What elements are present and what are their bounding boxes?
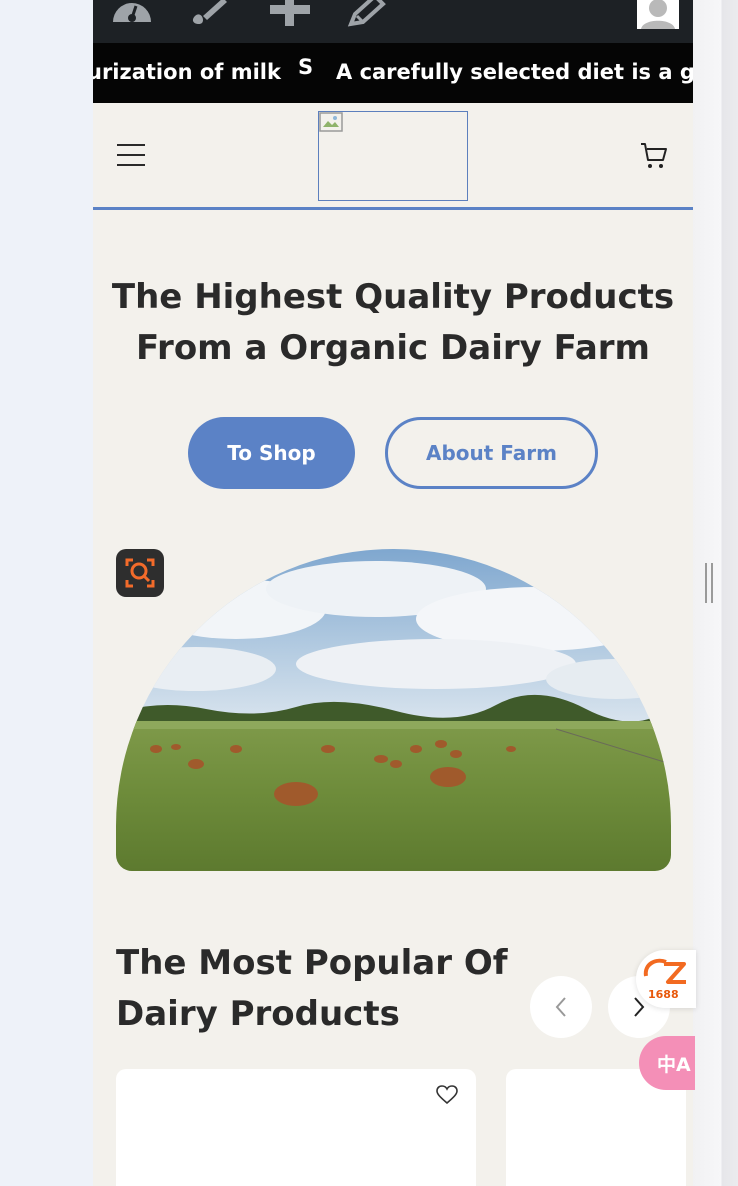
- about-farm-button[interactable]: About Farm: [385, 417, 598, 489]
- admin-toolbar: [93, 0, 693, 43]
- hero-title-line: From a Organic Dairy Farm: [136, 328, 650, 368]
- scroll-handle-icon[interactable]: [705, 563, 713, 603]
- add-new-icon[interactable]: [268, 0, 312, 32]
- browser-scrollbar-rail: [693, 0, 738, 1186]
- product-card[interactable]: [116, 1069, 476, 1186]
- visual-search-icon[interactable]: [116, 549, 164, 597]
- carousel-prev-button[interactable]: [530, 976, 592, 1038]
- section-title: The Most Popular Of Dairy Products: [116, 938, 536, 1040]
- section-title-line: Dairy Products: [116, 994, 400, 1034]
- cart-icon[interactable]: [639, 141, 669, 175]
- translate-widget[interactable]: 中A: [639, 1036, 695, 1090]
- heart-icon[interactable]: [436, 1085, 458, 1109]
- edit-pencil-icon[interactable]: [347, 0, 387, 32]
- page-frame: urization of milk S A carefully selected…: [93, 0, 693, 1186]
- alibaba-1688-widget[interactable]: 1688: [636, 950, 696, 1008]
- alibaba-label: 1688: [648, 988, 679, 1001]
- alibaba-logo-icon: [643, 958, 686, 984]
- hero-title: The Highest Quality Products From a Orga…: [93, 272, 693, 374]
- hamburger-menu-icon[interactable]: [117, 144, 145, 166]
- hero-title-line: The Highest Quality Products: [111, 277, 675, 317]
- user-avatar[interactable]: [637, 0, 679, 29]
- dashboard-gauge-icon[interactable]: [111, 0, 153, 28]
- site-header: [93, 103, 693, 210]
- site-logo[interactable]: [318, 111, 468, 201]
- marquee-item: S: [298, 55, 314, 79]
- chevron-left-icon: [555, 997, 566, 1017]
- broken-image-icon: [319, 112, 343, 132]
- farm-hero-image: [116, 549, 671, 871]
- brush-icon[interactable]: [189, 0, 229, 32]
- section-title-line: The Most Popular Of: [116, 943, 508, 983]
- to-shop-button[interactable]: To Shop: [188, 417, 355, 489]
- announcement-marquee: urization of milk S A carefully selected…: [93, 43, 693, 103]
- translate-icon: 中A: [657, 1054, 691, 1076]
- marquee-item: A carefully selected diet is a gua: [336, 60, 693, 84]
- marquee-item: urization of milk: [93, 60, 281, 84]
